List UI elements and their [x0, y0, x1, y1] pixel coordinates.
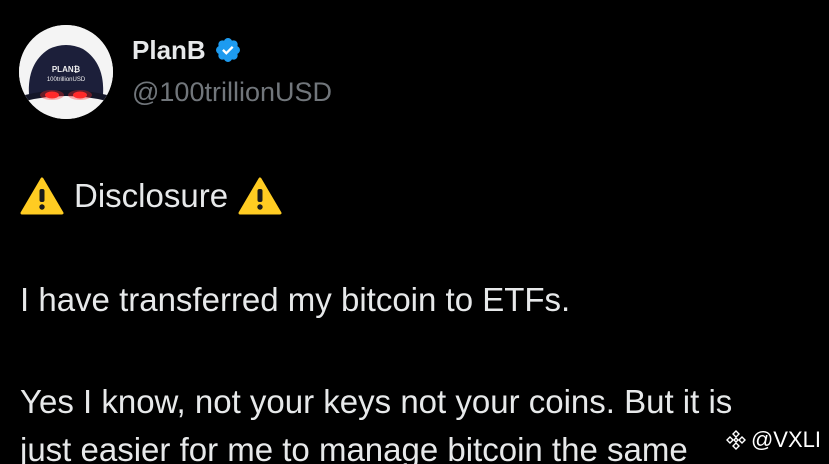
author-handle[interactable]: @100trillionUSD	[132, 76, 332, 108]
avatar[interactable]: PLAN₿ 100trillionUSD	[19, 25, 113, 119]
avatar-image: PLAN₿ 100trillionUSD	[19, 25, 113, 119]
tweet-card: PLAN₿ 100trillionUSD PlanB @100trillionU…	[0, 0, 829, 464]
watermark: @VXLI	[725, 425, 821, 455]
avatar-text-2: 100trillionUSD	[47, 77, 86, 83]
tweet-line-3: just easier for me to manage bitcoin the…	[20, 431, 688, 464]
tweet-text: Disclosure I have transferred my bitcoin…	[20, 170, 820, 464]
watermark-text: @VXLI	[750, 427, 821, 452]
display-name[interactable]: PlanB	[132, 34, 206, 66]
warning-icon	[238, 176, 282, 216]
author-name-row: PlanB	[132, 34, 242, 66]
tweet-line-1: I have transferred my bitcoin to ETFs.	[20, 281, 571, 318]
disclosure-text: Disclosure	[74, 177, 229, 214]
verified-badge-icon[interactable]	[214, 36, 242, 64]
avatar-text-1: PLAN₿	[52, 65, 81, 74]
disclosure-line: Disclosure	[20, 170, 820, 222]
binance-diamond-icon	[725, 429, 747, 451]
tweet-line-2: Yes I know, not your keys not your coins…	[20, 383, 733, 420]
warning-icon	[20, 176, 64, 216]
